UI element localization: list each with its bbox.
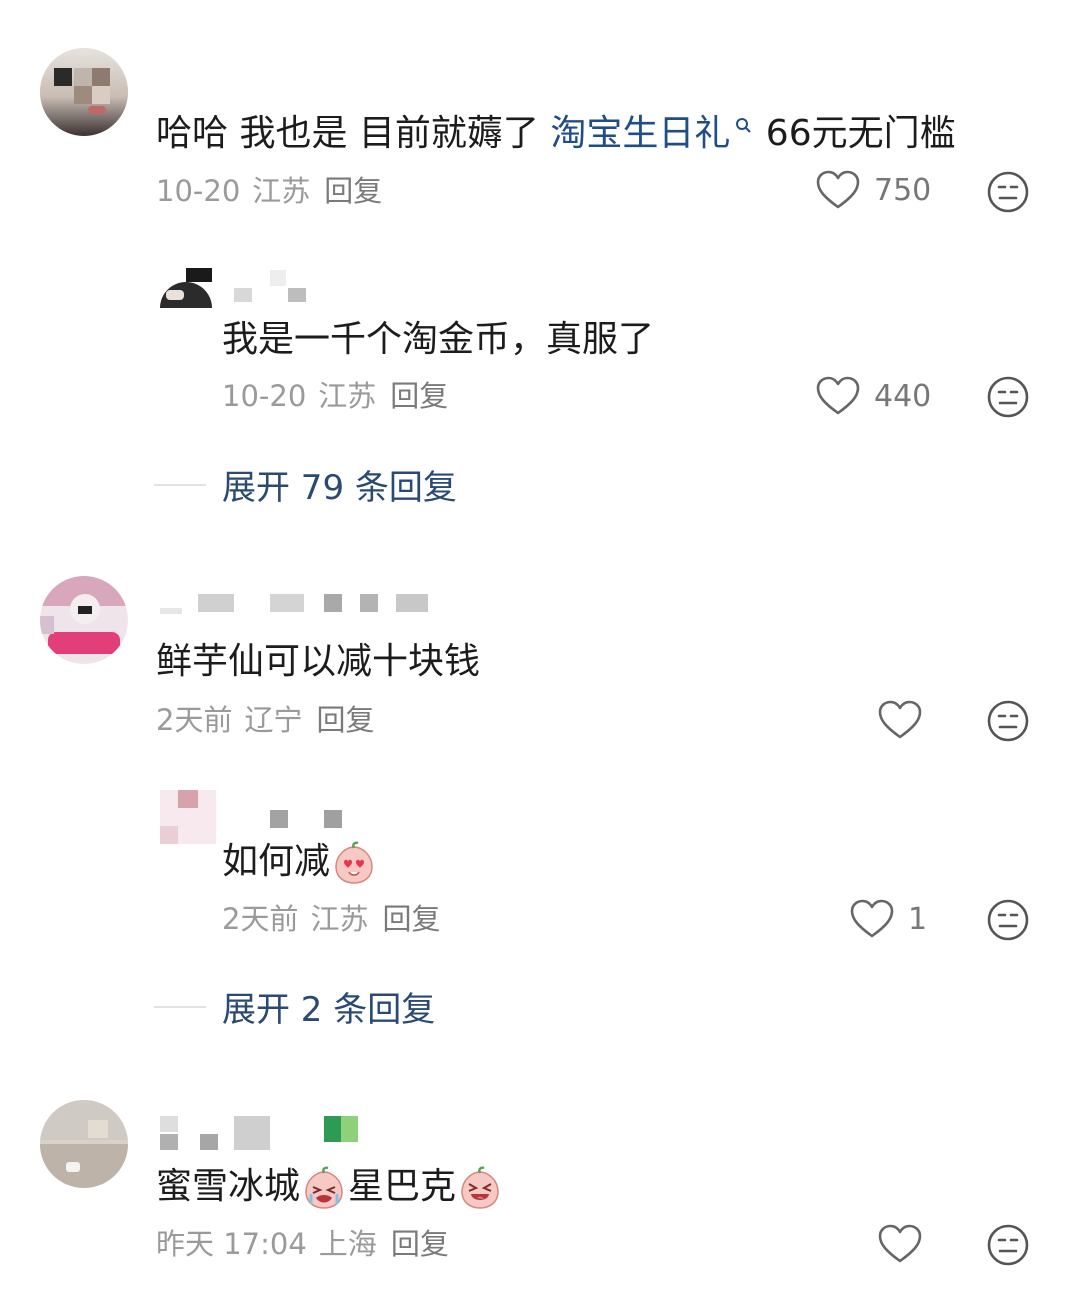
like-button[interactable] xyxy=(878,1224,936,1264)
laughing-peach-sticker xyxy=(461,1166,499,1209)
reply-meta: 10-20 江苏 回复 xyxy=(222,378,448,414)
reply-avatar[interactable] xyxy=(160,790,216,844)
like-count: 440 xyxy=(874,378,932,414)
like-button[interactable]: 1 xyxy=(850,899,927,939)
reply-button[interactable]: 回复 xyxy=(382,902,440,936)
comment-date: 10-20 xyxy=(156,174,241,208)
divider xyxy=(154,1005,206,1008)
dislike-face-icon[interactable] xyxy=(986,699,1030,743)
reply-date: 2天前 xyxy=(222,902,299,936)
heart-icon xyxy=(850,899,894,938)
reply-text: 如何减 xyxy=(222,840,378,885)
like-button[interactable] xyxy=(878,700,936,740)
expand-replies-label: 展开 2 条回复 xyxy=(222,990,436,1030)
crying-peach-sticker xyxy=(305,1166,343,1209)
comment-date: 2天前 xyxy=(156,703,233,737)
reply-meta: 2天前 江苏 回复 xyxy=(222,901,440,937)
reply-button[interactable]: 回复 xyxy=(391,1227,449,1261)
comment-location: 江苏 xyxy=(252,174,311,208)
comment-meta: 昨天 17:04 上海 回复 xyxy=(156,1226,449,1262)
dislike-face-icon[interactable] xyxy=(986,170,1030,214)
avatar[interactable] xyxy=(40,1100,128,1188)
dislike-face-icon[interactable] xyxy=(986,898,1030,942)
avatar[interactable] xyxy=(40,576,128,664)
like-count: 750 xyxy=(874,172,932,208)
comment-text: 蜜雪冰城 星巴克 xyxy=(156,1165,504,1210)
heart-icon xyxy=(816,170,860,209)
search-link[interactable]: 淘宝生日礼 xyxy=(550,113,754,154)
heart-eyes-peach-sticker xyxy=(335,841,373,884)
reply-avatar[interactable] xyxy=(160,268,212,308)
reply-date: 10-20 xyxy=(222,379,307,413)
reply-button[interactable]: 回复 xyxy=(324,174,382,208)
like-button[interactable]: 750 xyxy=(816,170,931,210)
like-count: 1 xyxy=(908,901,928,937)
comment-location: 辽宁 xyxy=(244,703,303,737)
comment-location: 上海 xyxy=(318,1227,377,1261)
divider xyxy=(154,483,206,486)
dislike-face-icon[interactable] xyxy=(986,375,1030,419)
comment-meta: 2天前 辽宁 回复 xyxy=(156,702,374,738)
expand-replies-button[interactable]: 展开 79 条回复 xyxy=(154,460,457,509)
like-button[interactable]: 440 xyxy=(816,376,931,416)
comment-text: 哈哈 我也是 目前就薅了 淘宝生日礼 66元无门槛 xyxy=(156,113,956,154)
reply-button[interactable]: 回复 xyxy=(316,703,374,737)
expand-replies-label: 展开 79 条回复 xyxy=(222,468,457,508)
dislike-face-icon[interactable] xyxy=(986,1223,1030,1267)
search-icon xyxy=(736,118,752,133)
reply-button[interactable]: 回复 xyxy=(390,379,448,413)
reply-text: 我是一千个淘金币，真服了 xyxy=(222,319,655,360)
heart-icon xyxy=(878,1224,922,1263)
comment-date: 昨天 17:04 xyxy=(156,1227,307,1261)
reply-location: 江苏 xyxy=(318,379,377,413)
expand-replies-button[interactable]: 展开 2 条回复 xyxy=(154,982,435,1031)
reply-location: 江苏 xyxy=(310,902,369,936)
comment-text: 鲜芋仙可以减十块钱 xyxy=(156,641,481,682)
avatar[interactable] xyxy=(40,48,128,136)
heart-icon xyxy=(816,376,860,415)
comment-meta: 10-20 江苏 回复 xyxy=(156,173,382,209)
heart-icon xyxy=(878,700,922,739)
